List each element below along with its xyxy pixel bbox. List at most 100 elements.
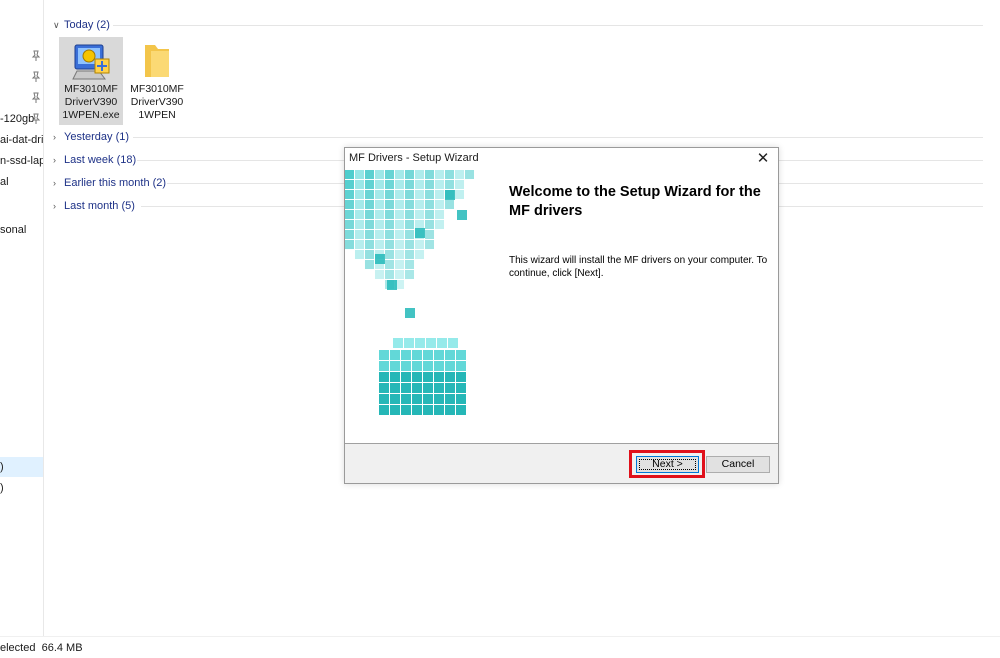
art-cube <box>445 200 454 209</box>
pin-icon[interactable] <box>31 92 41 104</box>
group-header-last-week[interactable]: › Last week (18) <box>53 152 136 168</box>
art-cube <box>435 170 444 179</box>
art-cube <box>395 210 404 219</box>
nav-item-label: ) <box>0 461 4 473</box>
art-cube <box>425 180 434 189</box>
art-cube <box>415 170 424 179</box>
file-label-line: 1WPEN.exe <box>62 109 120 121</box>
file-label: MF3010MF DriverV390 1WPEN.exe <box>59 83 123 122</box>
art-cube <box>375 270 384 279</box>
pin-icon[interactable] <box>31 71 41 83</box>
nav-item-label: ) <box>0 482 4 494</box>
art-cube <box>415 220 424 229</box>
art-cube <box>365 240 374 249</box>
art-cube <box>401 394 411 404</box>
art-cube <box>405 250 414 259</box>
art-cube <box>445 383 455 393</box>
art-cube <box>405 230 414 239</box>
dialog-titlebar[interactable]: MF Drivers - Setup Wizard ✕ <box>345 148 778 170</box>
art-cube <box>390 361 400 371</box>
art-cube <box>412 394 422 404</box>
nav-item-label: n-ssd-lapt <box>0 155 44 167</box>
art-cube <box>435 220 444 229</box>
art-cube <box>445 394 455 404</box>
art-cube <box>345 240 354 249</box>
close-icon[interactable]: ✕ <box>748 148 778 170</box>
art-cube <box>445 361 455 371</box>
art-cube <box>395 250 404 259</box>
art-cube <box>434 361 444 371</box>
art-cube <box>365 180 374 189</box>
art-cube <box>401 350 411 360</box>
art-cube <box>345 180 354 189</box>
nav-selection-highlight <box>0 457 43 477</box>
art-cube <box>445 170 454 179</box>
art-cube <box>345 230 354 239</box>
art-cube <box>365 200 374 209</box>
art-cube <box>385 220 394 229</box>
art-cube <box>385 210 394 219</box>
nav-item-label: sonal <box>0 224 27 236</box>
art-cube <box>405 240 414 249</box>
art-cube <box>375 180 384 189</box>
art-cube <box>425 170 434 179</box>
art-cube <box>345 220 354 229</box>
setup-wizard-dialog: MF Drivers - Setup Wizard ✕ Welcome to t… <box>344 147 779 484</box>
art-cube <box>455 190 464 199</box>
screen: -120gb ai-dat-dri n-ssd-lapt al sonal ) … <box>0 0 1000 658</box>
art-cube <box>423 350 433 360</box>
art-cube <box>415 210 424 219</box>
file-installer-exe[interactable]: MF3010MF DriverV390 1WPEN.exe <box>59 37 123 125</box>
pin-icon[interactable] <box>31 50 41 62</box>
art-cube <box>390 383 400 393</box>
group-header-earlier-this-month[interactable]: › Earlier this month (2) <box>53 175 166 191</box>
art-cube <box>405 260 414 269</box>
art-cube <box>434 383 444 393</box>
group-label: Today (2) <box>64 19 110 31</box>
group-header-yesterday[interactable]: › Yesterday (1) <box>53 129 129 145</box>
wizard-banner-image <box>345 170 500 443</box>
nav-item-selected[interactable]: ) <box>0 458 4 476</box>
art-cube <box>385 270 394 279</box>
art-cube <box>405 220 414 229</box>
nav-item[interactable]: -120gb <box>0 110 34 128</box>
art-cube <box>434 394 444 404</box>
nav-item[interactable]: ai-dat-dri <box>0 131 43 149</box>
nav-item[interactable]: ) <box>0 479 4 497</box>
file-folder[interactable]: MF3010MF DriverV390 1WPEN <box>125 37 189 125</box>
pin-icon[interactable] <box>31 113 41 125</box>
dialog-title: MF Drivers - Setup Wizard <box>349 152 479 164</box>
file-label-line: DriverV390 <box>130 96 184 108</box>
nav-item[interactable]: n-ssd-lapt <box>0 152 44 170</box>
art-cube <box>355 170 364 179</box>
art-cube <box>395 220 404 229</box>
art-cube <box>375 200 384 209</box>
file-label: MF3010MF DriverV390 1WPEN <box>125 83 189 122</box>
art-cube <box>385 230 394 239</box>
group-header-today[interactable]: ∨ Today (2) <box>53 17 110 33</box>
nav-item[interactable]: sonal <box>0 221 26 239</box>
art-cube <box>345 210 354 219</box>
art-cube <box>385 200 394 209</box>
art-cube <box>425 190 434 199</box>
cancel-button[interactable]: Cancel <box>706 456 770 473</box>
art-cube <box>412 383 422 393</box>
file-label-line: 1WPEN <box>138 109 176 121</box>
art-cube <box>379 383 389 393</box>
art-cube <box>379 394 389 404</box>
art-cube <box>375 240 384 249</box>
group-divider <box>113 25 983 26</box>
art-cube <box>395 200 404 209</box>
art-cube <box>405 170 414 179</box>
art-cube <box>375 170 384 179</box>
group-header-last-month[interactable]: › Last month (5) <box>53 198 135 214</box>
art-cube <box>445 372 455 382</box>
nav-item[interactable]: al <box>0 173 9 191</box>
art-cube <box>393 338 403 348</box>
art-cube <box>425 230 434 239</box>
art-cube <box>455 170 464 179</box>
art-cube <box>379 372 389 382</box>
art-cube <box>434 372 444 382</box>
group-label: Last week (18) <box>64 154 137 166</box>
file-label-line: DriverV390 <box>64 96 118 108</box>
